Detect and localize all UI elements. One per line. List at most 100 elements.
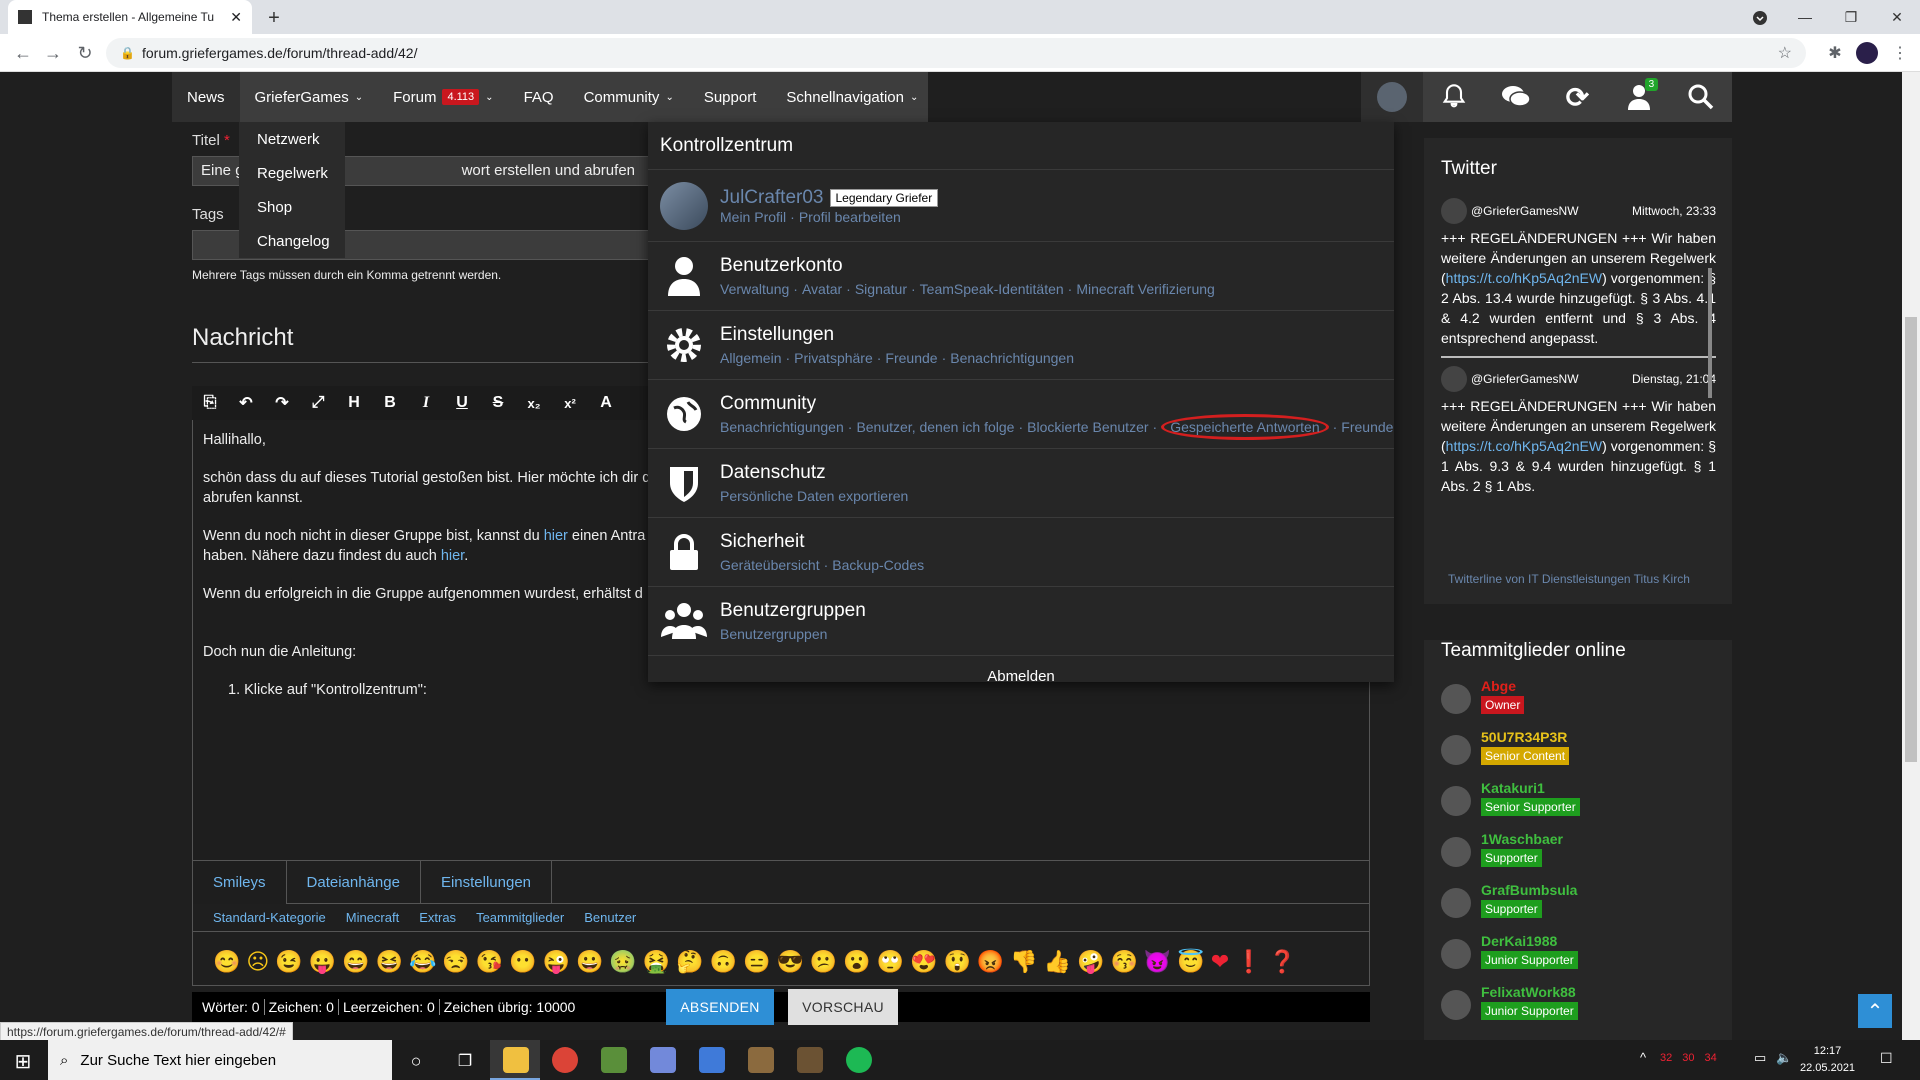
category-teammitglieder[interactable]: Teammitglieder xyxy=(476,910,564,925)
smiley-icon[interactable]: 😚 xyxy=(1111,949,1138,975)
user-avatar[interactable] xyxy=(648,181,720,230)
menu-item-changelog[interactable]: Changelog xyxy=(239,224,345,258)
tweet-user[interactable]: @GrieferGamesNW xyxy=(1471,204,1579,218)
browser-tab[interactable]: Thema erstellen - Allgemeine Tu ✕ xyxy=(8,0,252,34)
nav-news[interactable]: News xyxy=(172,72,240,122)
tweet-user[interactable]: @GrieferGamesNW xyxy=(1471,372,1579,386)
friends-button[interactable]: 3 xyxy=(1608,72,1670,122)
team-member[interactable]: 1Waschbaer Supporter xyxy=(1441,831,1721,882)
smiley-icon[interactable]: 🙄 xyxy=(877,949,904,975)
member-name[interactable]: Katakuri1 xyxy=(1481,780,1580,796)
nav-community[interactable]: Community ⌄ xyxy=(569,72,689,122)
underline-icon[interactable]: U xyxy=(444,394,480,412)
section-title[interactable]: Datenschutz xyxy=(720,462,908,484)
nav-griefergames[interactable]: GrieferGames ⌄ xyxy=(240,72,379,122)
category-benutzer[interactable]: Benutzer xyxy=(584,910,636,925)
tab-smileys[interactable]: Smileys xyxy=(193,861,287,904)
scroll-top-button[interactable]: ⌃ xyxy=(1858,994,1892,1028)
twitter-footer[interactable]: Twitterline von IT Dienstleistungen Titu… xyxy=(1448,572,1690,586)
smiley-icon[interactable]: 😕 xyxy=(810,949,837,975)
smiley-icon[interactable]: 🤢 xyxy=(609,949,636,975)
link-allgemein[interactable]: Allgemein xyxy=(720,350,781,366)
member-name[interactable]: DerKai1988 xyxy=(1481,933,1578,949)
menu-item-regelwerk[interactable]: Regelwerk xyxy=(239,156,345,190)
link-persönliche-daten-exportieren[interactable]: Persönliche Daten exportieren xyxy=(720,488,908,504)
nav-faq[interactable]: FAQ xyxy=(509,72,569,122)
smiley-icon[interactable]: 😄 xyxy=(342,949,369,975)
forward-icon[interactable]: → xyxy=(40,40,66,66)
browser-menu-icon[interactable]: ⋮ xyxy=(1890,40,1910,66)
editor-link[interactable]: hier xyxy=(544,528,568,544)
section-title[interactable]: Community xyxy=(720,393,1393,415)
conversations-button[interactable] xyxy=(1485,72,1547,122)
link-benutzergruppen[interactable]: Benutzergruppen xyxy=(720,626,827,642)
task-view-icon[interactable]: ❐ xyxy=(452,1048,478,1074)
link-minecraft-verifizierung[interactable]: Minecraft Verifizierung xyxy=(1076,281,1215,297)
editor-link[interactable]: hier xyxy=(441,548,464,564)
smiley-icon[interactable]: 😘 xyxy=(476,949,503,975)
link-teamspeak-identitäten[interactable]: TeamSpeak-Identitäten xyxy=(920,281,1064,297)
smiley-icon[interactable]: ☹ xyxy=(246,949,269,975)
smiley-icon[interactable]: 😑 xyxy=(743,949,770,975)
link-geräteübersicht[interactable]: Geräteübersicht xyxy=(720,557,820,573)
bold-icon[interactable]: B xyxy=(372,394,408,412)
smiley-icon[interactable]: 😒 xyxy=(442,949,469,975)
minecraft-launcher-icon[interactable] xyxy=(797,1047,823,1073)
extensions-icon[interactable]: ✱ xyxy=(1822,40,1848,66)
smiley-icon[interactable]: 😶 xyxy=(509,949,536,975)
member-name[interactable]: Abge xyxy=(1481,678,1524,694)
reload-icon[interactable]: ↻ xyxy=(72,40,98,66)
submit-button[interactable]: ABSENDEN xyxy=(666,989,774,1025)
team-member[interactable]: FelixatWork88 Junior Supporter xyxy=(1441,984,1721,1035)
font-color-icon[interactable]: A xyxy=(588,394,624,412)
menu-item-netzwerk[interactable]: Netzwerk xyxy=(239,122,345,156)
chrome-icon[interactable] xyxy=(552,1047,578,1073)
menu-item-shop[interactable]: Shop xyxy=(239,190,345,224)
smiley-icon[interactable]: 👎 xyxy=(1010,949,1037,975)
close-tab-icon[interactable]: ✕ xyxy=(230,9,242,26)
discord-icon[interactable] xyxy=(650,1047,676,1073)
spotify-icon[interactable] xyxy=(846,1047,872,1073)
taskbar-search[interactable]: ⌕ Zur Suche Text hier eingeben xyxy=(48,1040,392,1080)
smiley-icon[interactable]: 😜 xyxy=(543,949,570,975)
bookmark-star-icon[interactable]: ☆ xyxy=(1778,43,1792,63)
network-icon[interactable]: ▭ xyxy=(1754,1050,1766,1066)
link-backup-codes[interactable]: Backup-Codes xyxy=(832,557,924,573)
team-member[interactable]: Abge Owner xyxy=(1441,678,1721,729)
twitter-scrollbar[interactable] xyxy=(1708,268,1712,398)
category-standard[interactable]: Standard-Kategorie xyxy=(213,910,326,925)
smiley-icon[interactable]: 😛 xyxy=(309,949,336,975)
category-extras[interactable]: Extras xyxy=(419,910,456,925)
tab-search-icon[interactable] xyxy=(1748,6,1772,30)
link-signatur[interactable]: Signatur xyxy=(855,281,907,297)
username-link[interactable]: JulCrafter03 xyxy=(720,187,824,209)
superscript-icon[interactable]: x² xyxy=(552,396,588,411)
smiley-icon[interactable]: ❤ xyxy=(1211,949,1229,975)
team-member[interactable]: 50U7R34P3R Senior Content xyxy=(1441,729,1721,780)
nav-schnellnavigation[interactable]: Schnellnavigation ⌄ xyxy=(771,72,933,122)
smiley-icon[interactable]: 😎 xyxy=(776,949,803,975)
smiley-icon[interactable]: 😂 xyxy=(409,949,436,975)
smiley-icon[interactable]: 😉 xyxy=(275,949,302,975)
team-member[interactable]: GrafBumbsula Supporter xyxy=(1441,882,1721,933)
section-title[interactable]: Einstellungen xyxy=(720,324,1074,346)
section-title[interactable]: Sicherheit xyxy=(720,531,924,553)
cortana-icon[interactable]: ○ xyxy=(403,1048,429,1074)
redo-icon[interactable]: ↷ xyxy=(264,393,300,413)
address-bar[interactable]: 🔒 forum.griefergames.de/forum/thread-add… xyxy=(106,38,1806,68)
smiley-icon[interactable]: 😊 xyxy=(213,949,240,975)
member-name[interactable]: 50U7R34P3R xyxy=(1481,729,1569,745)
smiley-icon[interactable]: 😡 xyxy=(977,949,1004,975)
link-benachrichtigungen[interactable]: Benachrichtigungen xyxy=(720,419,844,435)
smiley-icon[interactable]: 👍 xyxy=(1044,949,1071,975)
smiley-icon[interactable]: 😇 xyxy=(1177,949,1204,975)
smiley-icon[interactable]: 😍 xyxy=(910,949,937,975)
user-avatar-button[interactable] xyxy=(1361,72,1423,122)
smiley-icon[interactable]: ❓ xyxy=(1269,949,1296,975)
link-benutzer-denen-ich-folge[interactable]: Benutzer, denen ich folge xyxy=(856,419,1014,435)
tray-chevron-icon[interactable]: ^ xyxy=(1640,1050,1646,1065)
team-member[interactable]: DerKai1988 Junior Supporter xyxy=(1441,933,1721,984)
tab-attachments[interactable]: Dateianhänge xyxy=(287,861,421,904)
smiley-icon[interactable]: 🙃 xyxy=(710,949,737,975)
link-freunde[interactable]: Freunde xyxy=(885,350,937,366)
